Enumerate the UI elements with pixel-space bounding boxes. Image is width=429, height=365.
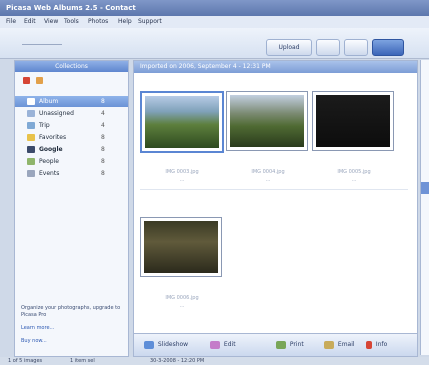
status-count: 1 of 5 images (8, 358, 43, 364)
sidebar-item-label: Album (39, 98, 59, 105)
status-bar: 1 of 5 images 1 item sel 30-3-2008 - 12:… (0, 357, 429, 365)
sidebar-item-label: People (39, 158, 59, 165)
edit-icon (210, 340, 220, 349)
menu-edit[interactable]: Edit (24, 18, 36, 25)
toolbar-button-3[interactable] (344, 39, 368, 56)
sidebar-item-count: 8 (101, 134, 105, 141)
photo-caption: IMG 0003.jpg (165, 169, 199, 175)
sidebar-item-label: Trip (39, 122, 50, 129)
photo-thumbnail[interactable] (312, 91, 394, 151)
folder-icon (27, 110, 35, 117)
right-panel (420, 60, 429, 355)
photo-image (230, 95, 304, 147)
slideshow-icon (144, 340, 154, 349)
photo-image (145, 96, 219, 148)
grid-divider (140, 189, 408, 190)
sidebar-item-favorites[interactable]: Favorites 8 (15, 132, 128, 143)
sidebar-item-count: 4 (101, 110, 105, 117)
menu-view[interactable]: View (44, 18, 58, 25)
people-icon (27, 158, 35, 165)
person-icon[interactable] (35, 77, 43, 84)
calendar-icon (27, 170, 35, 177)
album-tree: Album 8 Unassigned 4 Trip 4 Favorites 8 … (15, 95, 128, 180)
promo-text: Organize your photographs, upgrade to Pi… (21, 305, 121, 318)
email-icon (324, 340, 334, 349)
edit-button[interactable]: Edit (210, 338, 236, 352)
sidebar-item-count: 4 (101, 122, 105, 129)
photo-sub: ... (351, 177, 357, 183)
learn-more-link[interactable]: Learn more... (21, 325, 123, 332)
action-bar: Slideshow Edit Print Email Info (134, 333, 417, 356)
email-label: Email (337, 341, 355, 348)
toolbar: Upload (0, 28, 429, 59)
info-button[interactable]: Info (366, 338, 387, 352)
photo-sub: ... (179, 303, 185, 309)
menu-support[interactable]: Support (138, 18, 162, 25)
photo-image (316, 95, 390, 147)
sidebar-item-label: Unassigned (39, 110, 74, 117)
window-title: Picasa Web Albums 2.5 - Contact (6, 4, 136, 12)
upload-label: Upload (278, 44, 300, 51)
sidebar-item-label: Google (39, 146, 63, 153)
sidebar-item-unassigned[interactable]: Unassigned 4 (15, 108, 128, 119)
status-date: 30-3-2008 - 12:20 PM (150, 358, 205, 364)
sidebar-item-label: Favorites (39, 134, 67, 141)
sidebar-item-count: 8 (101, 98, 105, 105)
photo-caption: IMG 0005.jpg (337, 169, 371, 175)
photo-thumbnail[interactable] (140, 91, 224, 153)
photo-caption: IMG 0004.jpg (251, 169, 285, 175)
sidebar-tools (23, 77, 43, 86)
title-bar: Picasa Web Albums 2.5 - Contact (0, 0, 429, 16)
folder-icon (27, 98, 35, 105)
sidebar-item-count: 8 (101, 146, 105, 153)
star-icon (27, 134, 35, 141)
photo-sub: ... (265, 177, 271, 183)
menu-tools[interactable]: Tools (64, 18, 79, 25)
photo-caption: IMG 0006.jpg (165, 295, 199, 301)
upload-button[interactable]: Upload (266, 39, 312, 56)
print-button[interactable]: Print (276, 338, 304, 352)
edit-label: Edit (223, 341, 236, 348)
photo-thumbnail[interactable] (140, 217, 222, 277)
slideshow-label: Slideshow (157, 341, 189, 348)
menu-bar: File Edit View Tools Photos Help Support (0, 16, 429, 28)
sidebar-item-label: Events (39, 170, 60, 177)
folder-icon (27, 146, 35, 153)
photo-thumbnail[interactable] (226, 91, 308, 151)
sidebar-item-count: 8 (101, 170, 105, 177)
sidebar: Collections Album 8 Unassigned 4 Trip 4 … (14, 60, 129, 357)
print-label: Print (289, 341, 304, 348)
toolbar-divider (22, 44, 62, 45)
toolbar-button-2[interactable] (316, 39, 340, 56)
photo-sub: ... (179, 177, 185, 183)
info-icon (366, 340, 372, 349)
sidebar-item-events[interactable]: Events 8 (15, 168, 128, 179)
sidebar-header: Collections (15, 61, 128, 72)
folder-icon (27, 122, 35, 129)
buy-now-link[interactable]: Buy now... (21, 338, 123, 345)
print-icon (276, 340, 286, 349)
sidebar-item-trip[interactable]: Trip 4 (15, 120, 128, 131)
sidebar-item-count: 8 (101, 158, 105, 165)
menu-help[interactable]: Help (118, 18, 132, 25)
sidebar-item-people[interactable]: People 8 (15, 156, 128, 167)
photo-image (144, 221, 218, 273)
promo-box: Organize your photographs, upgrade to Pi… (21, 305, 123, 345)
photo-grid-panel: Imported on 2006, September 4 - 12:31 PM… (133, 60, 418, 357)
sidebar-item-album[interactable]: Album 8 (15, 96, 128, 107)
toolbar-button-4[interactable] (372, 39, 404, 56)
menu-photos[interactable]: Photos (88, 18, 108, 25)
slideshow-button[interactable]: Slideshow (144, 338, 188, 352)
import-header: Imported on 2006, September 4 - 12:31 PM (134, 61, 417, 73)
right-panel-header (421, 182, 429, 194)
email-button[interactable]: Email (324, 338, 355, 352)
menu-file[interactable]: File (6, 18, 16, 25)
sidebar-item-google[interactable]: Google 8 (15, 144, 128, 155)
pin-icon[interactable] (23, 77, 30, 84)
status-selection: 1 item sel (70, 358, 95, 364)
info-label: Info (375, 341, 388, 348)
